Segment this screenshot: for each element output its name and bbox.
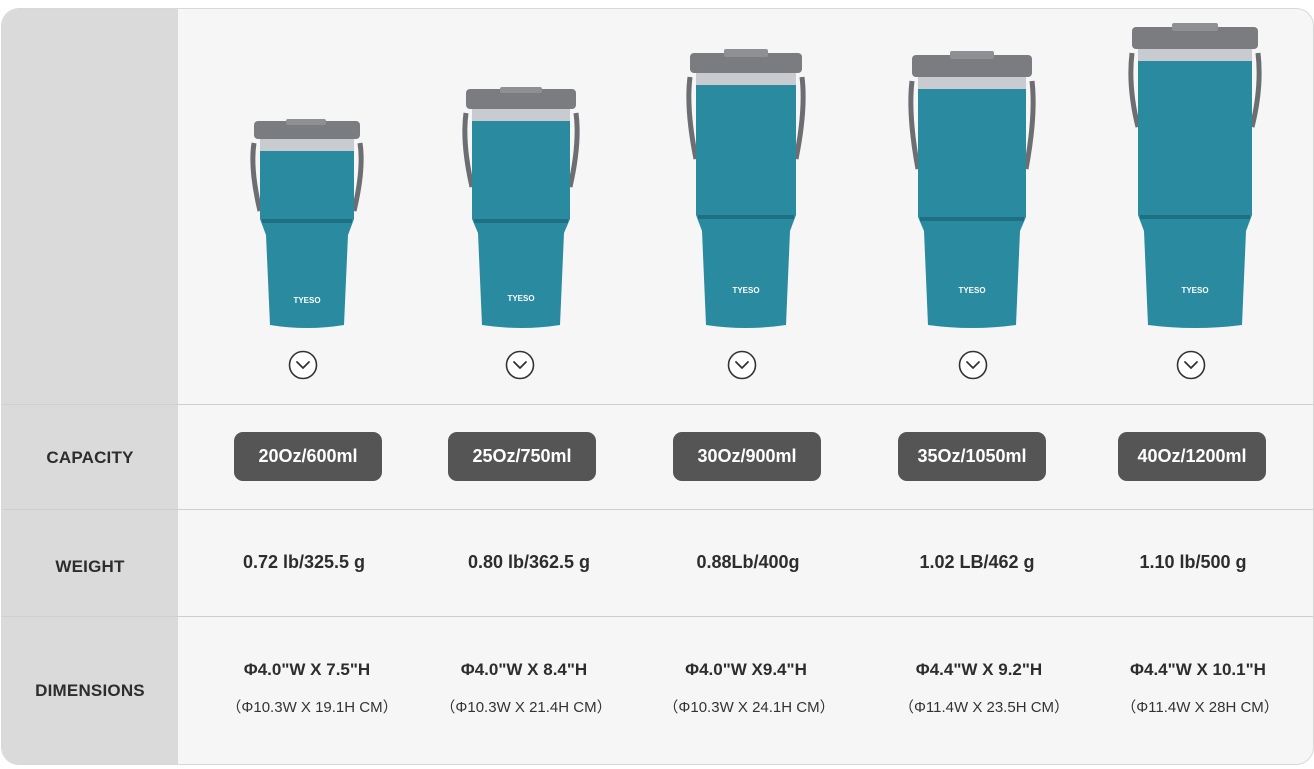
row-label-dimensions: DIMENSIONS: [35, 681, 145, 700]
dimension-inches: Φ4.0"W X 8.4"H: [460, 660, 588, 679]
chevron-down-circle-icon[interactable]: [1176, 350, 1206, 380]
weight-value: 0.88Lb/400g: [696, 552, 800, 572]
capacity-badge: 20Oz/600ml: [234, 432, 382, 481]
row-divider: [2, 404, 1313, 405]
row-label-capacity: CAPACITY: [46, 448, 134, 467]
dimension-inches: Φ4.0"W X 7.5"H: [243, 660, 371, 679]
capacity-badge: 30Oz/900ml: [673, 432, 821, 481]
brand-logo: TYESO: [958, 286, 985, 295]
brand-logo: TYESO: [293, 296, 320, 305]
dimension-cm: （Φ11.4W X 23.5H CM）: [898, 699, 1070, 716]
capacity-badge: 40Oz/1200ml: [1118, 432, 1266, 481]
dimension-cm: （Φ10.3W X 24.1H CM）: [663, 699, 835, 716]
row-divider: [2, 616, 1313, 617]
tumbler-image-25oz: TYESO: [462, 87, 580, 328]
tumbler-image-40oz: TYESO: [1128, 23, 1262, 328]
tumbler-image-20oz: TYESO: [250, 119, 364, 328]
chevron-down-circle-icon[interactable]: [288, 350, 318, 380]
dimension-cm: （Φ10.3W X 21.4H CM）: [440, 699, 612, 716]
chevron-down-circle-icon[interactable]: [958, 350, 988, 380]
tumbler-image-30oz: TYESO: [686, 49, 806, 328]
chevron-down-circle-icon[interactable]: [505, 350, 535, 380]
weight-value: 1.10 lb/500 g: [1139, 552, 1247, 572]
capacity-badge: 35Oz/1050ml: [898, 432, 1046, 481]
weight-value: 1.02 LB/462 g: [919, 552, 1035, 572]
row-divider: [2, 509, 1313, 510]
brand-logo: TYESO: [1181, 286, 1208, 295]
dimension-inches: Φ4.4"W X 10.1"H: [1130, 660, 1266, 679]
chevron-down-circle-icon[interactable]: [727, 350, 757, 380]
dimension-cm: （Φ10.3W X 19.1H CM）: [226, 699, 398, 716]
dimension-cm: （Φ11.4W X 28H CM）: [1121, 699, 1279, 716]
brand-logo: TYESO: [732, 286, 759, 295]
brand-logo: TYESO: [507, 294, 534, 303]
row-label-weight: WEIGHT: [55, 557, 125, 576]
weight-value: 0.80 lb/362.5 g: [467, 552, 591, 572]
tumbler-image-35oz: TYESO: [908, 51, 1036, 328]
capacity-badge: 25Oz/750ml: [448, 432, 596, 481]
dimension-inches: Φ4.4"W X 9.2"H: [915, 660, 1043, 679]
dimension-inches: Φ4.0"W X9.4"H: [685, 660, 807, 679]
label-column: [2, 9, 178, 764]
comparison-table: CAPACITY WEIGHT DIMENSIONS TYESO TYESO T…: [1, 8, 1314, 765]
weight-value: 0.72 lb/325.5 g: [242, 552, 366, 572]
